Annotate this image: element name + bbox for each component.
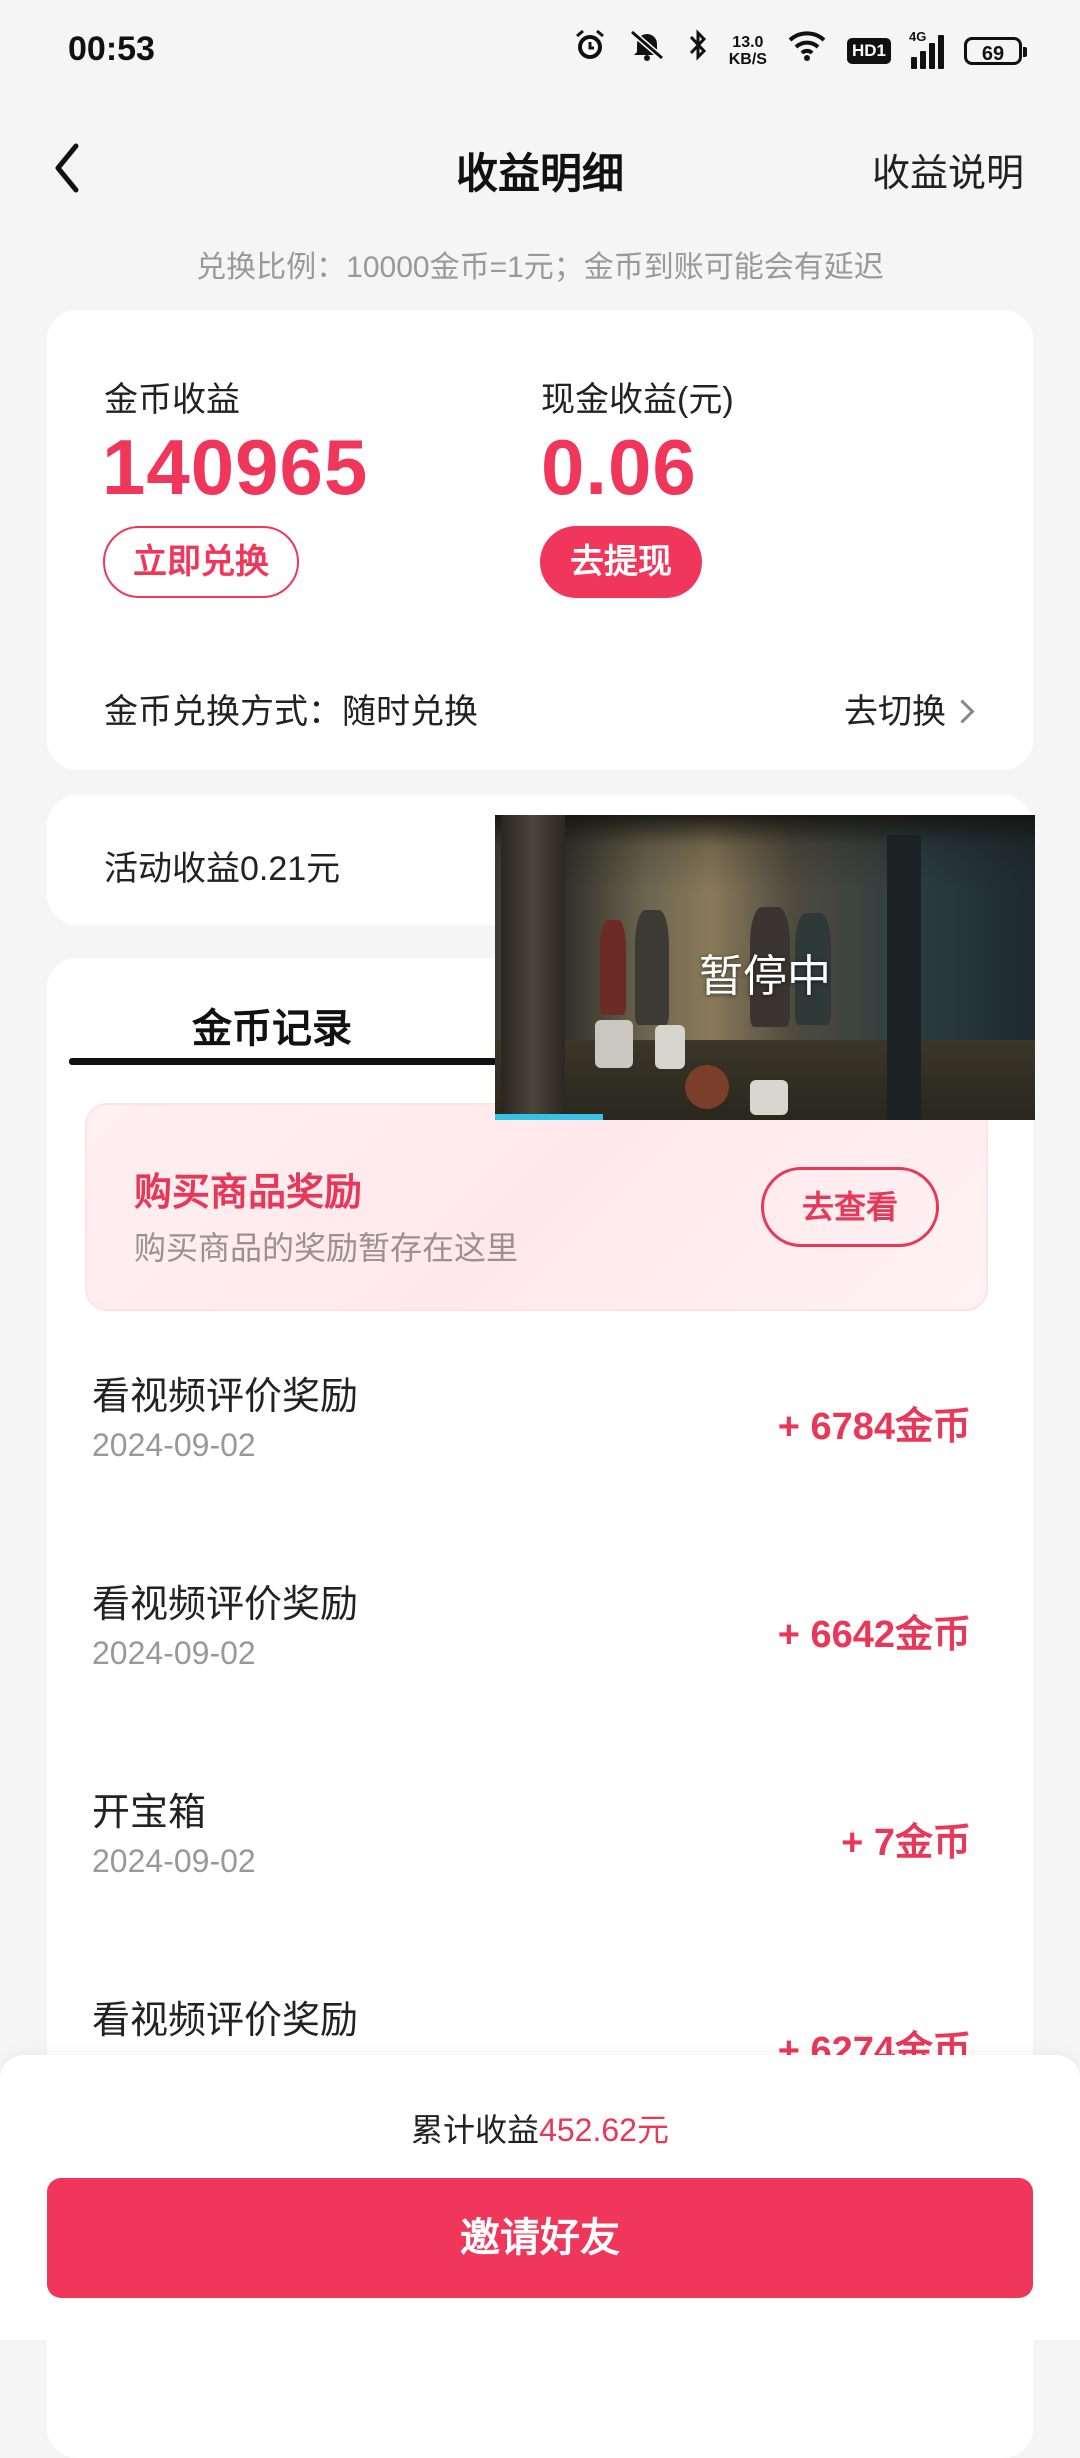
cash-earnings-label: 现金收益(元) [541,381,734,419]
alarm-icon [573,28,607,73]
record-date: 2024-09-02 [92,1843,256,1879]
switch-method-link[interactable]: 去切换 [844,684,975,733]
video-progress-bar [495,1114,603,1120]
video-pot [685,1065,729,1109]
record-title: 开宝箱 [92,1792,207,1834]
promo-title: 购买商品奖励 [134,1172,363,1214]
coin-earnings-value: 140965 [102,423,369,511]
chevron-right-icon [950,698,975,724]
list-item: 看视频评价奖励 2024-09-02 + 6784金币 [47,1365,1033,1573]
hd-badge: HD1 [846,37,891,64]
cash-earnings-value: 0.06 [541,423,697,511]
battery-icon: 69 [964,36,1027,65]
exchange-now-button[interactable]: 立即兑换 [103,526,299,598]
record-title: 看视频评价奖励 [92,2000,359,2042]
record-date: 2024-09-02 [92,1635,256,1671]
coin-earnings-label: 金币收益 [104,381,240,419]
status-icons: 13.0 KB/S HD1 4G 69 [573,28,1027,73]
net-speed: 13.0 KB/S [729,34,767,68]
status-time: 00:53 [68,30,155,68]
status-bar: 00:53 13.0 KB/S HD1 4G 69 [0,0,1080,105]
total-earnings-label: 累计收益 [411,2112,540,2148]
net-speed-value: 13.0 [732,33,764,51]
bluetooth-icon [687,28,709,73]
earnings-explanation-link[interactable]: 收益说明 [872,142,1024,197]
bottom-panel: 累计收益452.62元 邀请好友 [0,2055,1080,2340]
record-amount: + 7金币 [841,1822,971,1864]
record-amount: + 6642金币 [777,1614,971,1656]
total-earnings: 累计收益452.62元 [0,2105,1080,2151]
network-type: 4G [909,28,927,44]
promo-subtitle: 购买商品的奖励暂存在这里 [134,1230,519,1266]
floating-video-player[interactable]: 暂停中 [495,815,1035,1120]
switch-method-label: 去切换 [844,693,946,731]
tab-active-indicator [69,1058,497,1065]
record-amount: + 6784金币 [777,1406,971,1448]
total-earnings-value: 452.62元 [539,2112,669,2148]
list-item: 看视频评价奖励 2024-09-02 + 6642金币 [47,1573,1033,1781]
battery-level: 69 [981,42,1005,65]
tab-coin-records[interactable]: 金币记录 [47,996,497,1054]
exchange-rate-note: 兑换比例：10000金币=1元；金币到账可能会有延迟 [196,251,884,284]
invite-friends-button[interactable]: 邀请好友 [47,2178,1033,2298]
mute-icon [627,28,667,73]
video-container [750,1080,788,1115]
net-speed-unit: KB/S [728,50,767,68]
video-container [655,1025,685,1069]
earnings-card: 金币收益 140965 立即兑换 现金收益(元) 0.06 去提现 金币兑换方式… [47,310,1033,770]
signal-icon: 4G [909,29,944,69]
video-container [595,1020,633,1068]
withdraw-button[interactable]: 去提现 [540,526,702,598]
purchase-reward-banner: 购买商品奖励 购买商品的奖励暂存在这里 去查看 [85,1103,988,1311]
record-title: 看视频评价奖励 [92,1376,359,1418]
activity-earnings-text: 活动收益0.21元 [104,850,341,888]
record-date: 2024-09-02 [92,1427,256,1463]
wifi-icon [787,29,827,72]
paused-label: 暂停中 [699,952,831,1001]
list-item: 开宝箱 2024-09-02 + 7金币 [47,1781,1033,1989]
exchange-method-label: 金币兑换方式：随时兑换 [104,693,478,731]
view-button[interactable]: 去查看 [761,1167,939,1247]
record-title: 看视频评价奖励 [92,1584,359,1626]
